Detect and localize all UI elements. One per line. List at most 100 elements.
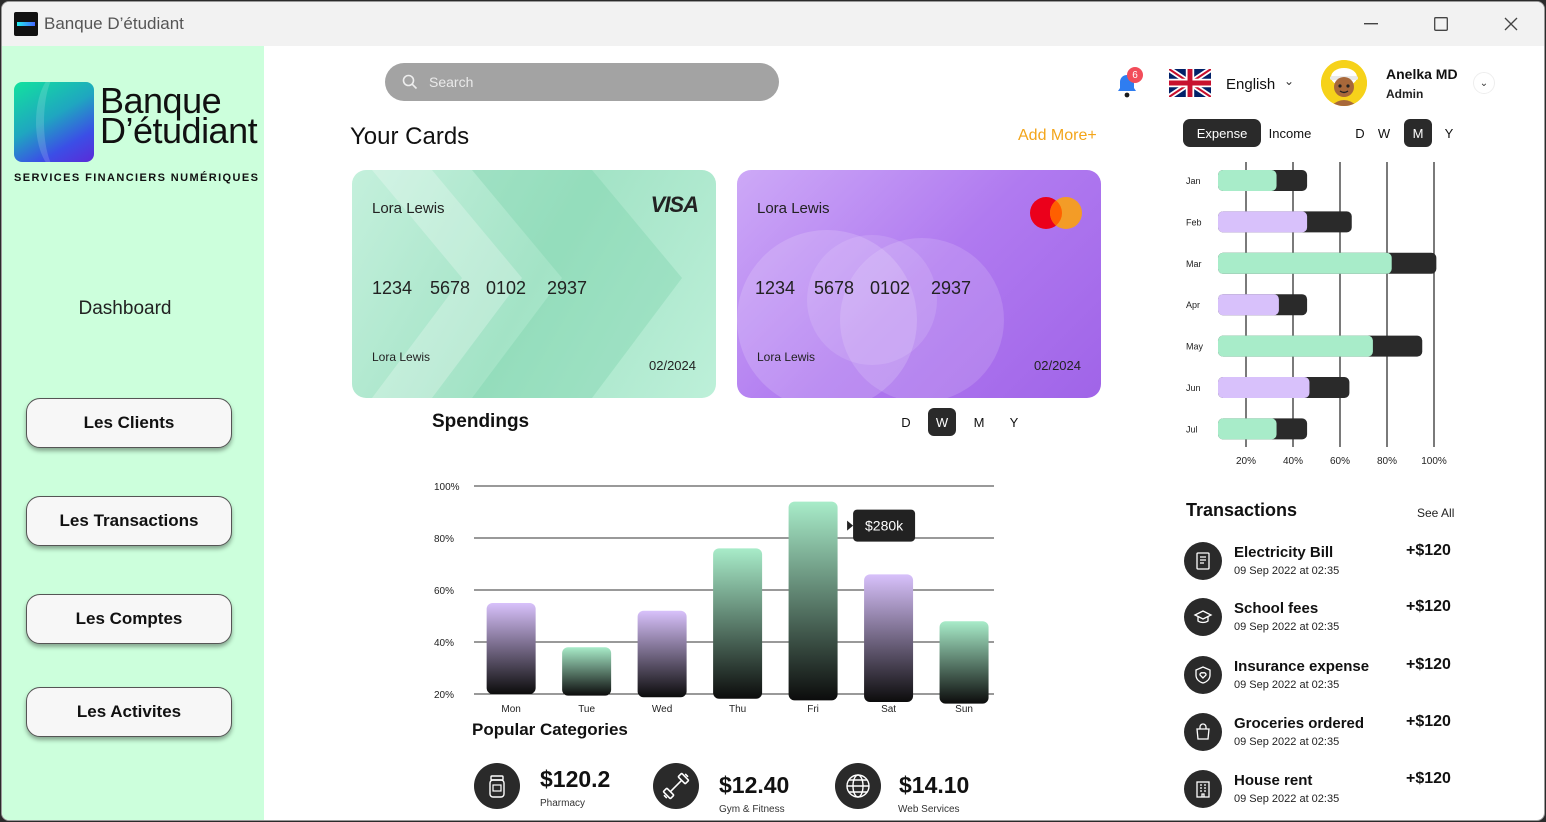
gym-category[interactable] xyxy=(653,763,699,809)
add-more-link[interactable]: Add More+ xyxy=(1018,127,1097,145)
transaction-amount: +$120 xyxy=(1406,770,1451,787)
dashboard-label[interactable]: Dashboard xyxy=(2,298,248,320)
user-role: Admin xyxy=(1386,87,1424,101)
user-name: Anelka MD xyxy=(1386,66,1458,82)
y-tick-label: Feb xyxy=(1186,217,1202,227)
dumbbell-icon xyxy=(662,772,690,800)
notification-badge: 6 xyxy=(1127,67,1143,83)
maximize-button[interactable] xyxy=(1418,10,1464,38)
sidebar-item-clients[interactable]: Les Clients xyxy=(26,398,232,448)
transaction-name: House rent xyxy=(1234,772,1313,789)
see-all-link[interactable]: See All xyxy=(1417,506,1454,520)
close-button[interactable] xyxy=(1488,10,1534,38)
bar-jan xyxy=(1218,170,1277,191)
card-expiry: 02/2024 xyxy=(1034,358,1081,373)
bar-apr xyxy=(1218,294,1279,316)
transaction-row[interactable]: Insurance expense 09 Sep 2022 at 02:35 +… xyxy=(1184,656,1464,704)
cards-title: Your Cards xyxy=(350,123,470,150)
y-tick-label: Mar xyxy=(1186,259,1202,269)
sidebar-item-comptes[interactable]: Les Comptes xyxy=(26,594,232,644)
sidebar: Banque D’étudiant SERVICES FINANCIERS NU… xyxy=(2,46,264,820)
card-number-group: 1234 xyxy=(755,278,796,298)
x-tick-label: 100% xyxy=(1421,456,1447,467)
transaction-amount: +$120 xyxy=(1406,598,1451,615)
minimize-button[interactable] xyxy=(1348,10,1394,38)
transaction-amount: +$120 xyxy=(1406,713,1451,730)
transaction-row[interactable]: House rent 09 Sep 2022 at 02:35 +$120 xyxy=(1184,770,1464,818)
transaction-name: Insurance expense xyxy=(1234,658,1370,675)
expense-period-y[interactable]: Y xyxy=(1435,119,1463,147)
y-tick-label: Jan xyxy=(1186,176,1201,186)
bar-mon xyxy=(486,603,536,694)
x-tick-label: Sun xyxy=(955,704,973,715)
expense-period-m[interactable]: M xyxy=(1404,119,1432,147)
search-input[interactable] xyxy=(429,72,749,92)
gym-label: Gym & Fitness xyxy=(719,804,785,815)
title-bar: Banque D’étudiant xyxy=(2,2,1544,46)
x-tick-label: Tue xyxy=(578,704,595,715)
web-services-category[interactable] xyxy=(835,763,881,809)
x-tick-label: Sat xyxy=(881,704,896,715)
transaction-amount: +$120 xyxy=(1406,656,1451,673)
card-number-group: 5678 xyxy=(814,278,855,298)
spend-period-m[interactable]: M xyxy=(965,408,993,436)
bar-jul xyxy=(1218,418,1277,440)
spendings-chart: 20% 40% 60% 80% 100% Mon Tue Wed Thu Fri Sat Sun $28… xyxy=(434,482,994,715)
spend-period-d[interactable]: D xyxy=(892,408,920,436)
card-number-group: 1234 xyxy=(372,278,413,298)
visa-logo: VISA xyxy=(650,192,699,217)
spend-period-y[interactable]: Y xyxy=(1000,408,1028,436)
search-icon xyxy=(402,74,418,90)
card-number-group: 0102 xyxy=(486,278,527,298)
bar-mar xyxy=(1218,252,1392,274)
transaction-row[interactable]: School fees 09 Sep 2022 at 02:35 +$120 xyxy=(1184,598,1464,646)
web-services-label: Web Services xyxy=(898,804,960,815)
globe-icon xyxy=(846,774,870,798)
gym-value: $12.40 xyxy=(719,772,790,798)
popular-categories-title: Popular Categories xyxy=(472,720,628,739)
brand-name: Banque D’étudiant xyxy=(100,83,258,149)
language-selector[interactable]: English xyxy=(1226,76,1275,93)
card-holder: Lora Lewis xyxy=(757,200,830,217)
expense-tab[interactable]: Expense xyxy=(1183,119,1261,147)
income-tab[interactable]: Income xyxy=(1261,119,1319,147)
mastercard-logo-icon xyxy=(1030,197,1082,229)
x-tick-label: Wed xyxy=(652,704,672,715)
transaction-amount: +$120 xyxy=(1406,542,1451,559)
x-tick-label: 20% xyxy=(1236,456,1256,467)
card-number-group: 5678 xyxy=(430,278,471,298)
mastercard-card[interactable]: Lora Lewis 1234 5678 0102 2937 Lora Lewi… xyxy=(737,170,1101,398)
spend-period-w[interactable]: W xyxy=(928,408,956,436)
expense-period-w[interactable]: W xyxy=(1370,119,1398,147)
chevron-down-icon[interactable]: ⌄ xyxy=(1284,74,1294,88)
avatar[interactable] xyxy=(1321,60,1367,106)
y-tick-label: Apr xyxy=(1186,300,1200,310)
transaction-row[interactable]: Groceries ordered 09 Sep 2022 at 02:35 +… xyxy=(1184,713,1464,761)
y-tick-label: 20% xyxy=(434,690,454,701)
x-tick-label: Mon xyxy=(501,704,520,715)
user-menu-chevron-icon[interactable]: ⌄ xyxy=(1473,72,1495,94)
sidebar-item-activites[interactable]: Les Activites xyxy=(26,687,232,737)
app-icon xyxy=(14,12,38,36)
card-number-group: 0102 xyxy=(870,278,911,298)
pill-bottle-icon xyxy=(489,775,505,798)
card-number-group: 2937 xyxy=(547,278,588,298)
bar-fri xyxy=(788,501,838,701)
search-bar[interactable] xyxy=(385,63,779,101)
app-window: Banque D’étudiant Banque D’étudiant SERV… xyxy=(1,1,1545,821)
bar-sun xyxy=(939,621,989,704)
visa-card[interactable]: Lora Lewis VISA 1234 5678 0102 2937 Lora… xyxy=(352,170,716,398)
x-tick-label: 80% xyxy=(1377,456,1397,467)
shield-heart-icon xyxy=(1184,656,1222,694)
transaction-row[interactable]: Electricity Bill 09 Sep 2022 at 02:35 +$… xyxy=(1184,542,1464,590)
user-avatar-icon xyxy=(1321,60,1367,106)
pharmacy-category[interactable] xyxy=(474,763,520,809)
sidebar-item-transactions[interactable]: Les Transactions xyxy=(26,496,232,546)
card-holder-bottom: Lora Lewis xyxy=(757,350,816,364)
bar-feb xyxy=(1218,211,1308,233)
bar-tue xyxy=(562,647,612,696)
tooltip-label: $280k xyxy=(865,518,904,534)
transaction-date: 09 Sep 2022 at 02:35 xyxy=(1234,565,1340,577)
transaction-date: 09 Sep 2022 at 02:35 xyxy=(1234,621,1340,633)
brand-tagline: SERVICES FINANCIERS NUMÉRIQUES xyxy=(14,172,260,184)
